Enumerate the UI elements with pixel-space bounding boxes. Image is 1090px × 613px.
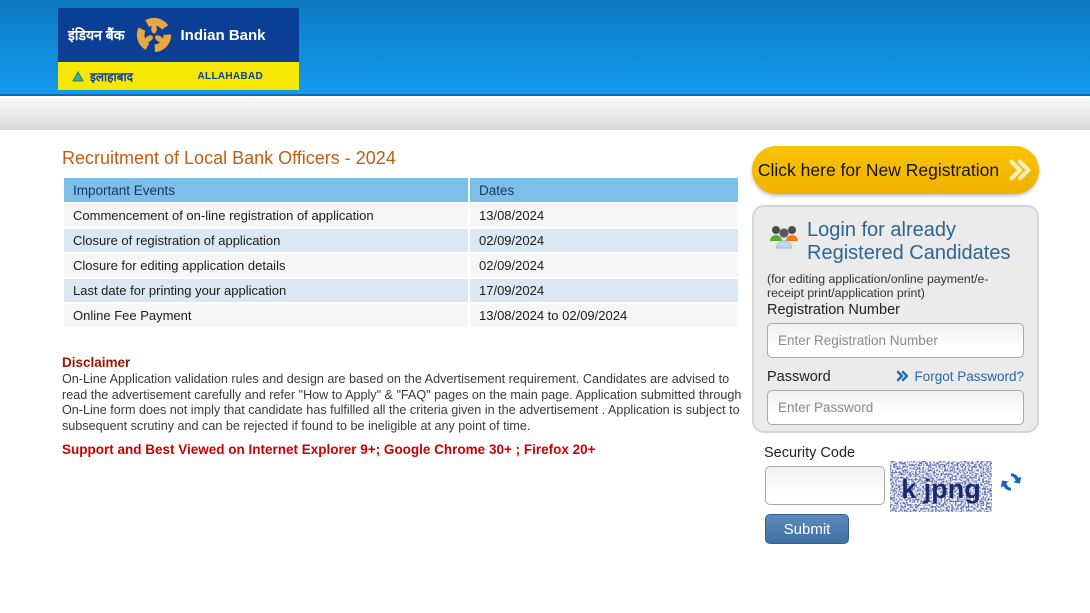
- submit-button[interactable]: Submit: [765, 514, 849, 544]
- captcha-image: k jpng: [890, 461, 992, 512]
- table-cell: Closure of registration of application: [64, 229, 468, 252]
- forgot-password-link[interactable]: Forgot Password?: [896, 369, 1024, 384]
- login-heading-line1: Login for already: [807, 219, 1010, 242]
- password-label: Password: [767, 369, 831, 385]
- bank-logo-icon: [135, 16, 173, 54]
- refresh-icon[interactable]: [998, 469, 1024, 495]
- bank-city-english: ALLAHABAD: [198, 71, 263, 82]
- table-cell: Commencement of on-line registration of …: [64, 204, 468, 227]
- triangle-icon: [72, 71, 84, 82]
- forgot-password-label: Forgot Password?: [914, 369, 1024, 384]
- login-heading: Login for already Registered Candidates: [807, 219, 1010, 265]
- browser-support-note: Support and Best Viewed on Internet Expl…: [62, 442, 596, 457]
- new-registration-label: Click here for New Registration: [758, 160, 999, 181]
- table-header-events: Important Events: [64, 178, 468, 202]
- table-cell: Online Fee Payment: [64, 304, 468, 327]
- table-cell: 02/09/2024: [470, 254, 738, 277]
- page-title: Recruitment of Local Bank Officers - 202…: [62, 148, 396, 169]
- table-cell: 02/09/2024: [470, 229, 738, 252]
- bank-logo-block: इंडियन बैंक Indian Bank इलाहाबाद ALLAHAB…: [58, 8, 299, 90]
- table-row: Closure of registration of application02…: [64, 229, 738, 252]
- bank-name-english: Indian Bank: [181, 27, 266, 44]
- bank-city-hindi: इलाहाबाद: [90, 68, 133, 85]
- security-code-input[interactable]: [765, 466, 885, 505]
- security-code-label: Security Code: [764, 445, 855, 461]
- login-note: (for editing application/online payment/…: [767, 272, 1024, 300]
- bank-logo-bottom: इलाहाबाद ALLAHABAD: [58, 62, 299, 90]
- table-cell: Last date for printing your application: [64, 279, 468, 302]
- page: इंडियन बैंक Indian Bank इलाहाबाद ALLAHAB…: [0, 0, 1090, 613]
- captcha-text: k jpng: [901, 474, 981, 504]
- table-cell: 13/08/2024: [470, 204, 738, 227]
- users-icon: [767, 223, 801, 255]
- chevron-double-right-small-icon: [896, 370, 910, 382]
- table-header-row: Important Events Dates: [64, 178, 738, 202]
- important-events-table: Important Events Dates Commencement of o…: [62, 176, 740, 329]
- table-cell: 13/08/2024 to 02/09/2024: [470, 304, 738, 327]
- registration-number-label: Registration Number: [767, 302, 1024, 318]
- table-header-dates: Dates: [470, 178, 738, 202]
- chevron-double-right-icon: [1005, 158, 1033, 182]
- bank-logo-top: इंडियन बैंक Indian Bank: [58, 8, 299, 62]
- bank-name-hindi: इंडियन बैंक: [68, 26, 125, 45]
- table-cell: 17/09/2024: [470, 279, 738, 302]
- password-input[interactable]: [767, 390, 1024, 425]
- disclaimer-heading: Disclaimer: [62, 355, 130, 370]
- header-subbar: [0, 98, 1090, 130]
- login-panel: Login for already Registered Candidates …: [752, 205, 1039, 433]
- table-row: Closure for editing application details0…: [64, 254, 738, 277]
- disclaimer-body: On-Line Application validation rules and…: [62, 372, 750, 434]
- login-heading-line2: Registered Candidates: [807, 242, 1010, 265]
- table-row: Commencement of on-line registration of …: [64, 204, 738, 227]
- table-row: Last date for printing your application1…: [64, 279, 738, 302]
- table-cell: Closure for editing application details: [64, 254, 468, 277]
- new-registration-button[interactable]: Click here for New Registration: [752, 146, 1039, 194]
- registration-number-input[interactable]: [767, 323, 1024, 358]
- table-row: Online Fee Payment13/08/2024 to 02/09/20…: [64, 304, 738, 327]
